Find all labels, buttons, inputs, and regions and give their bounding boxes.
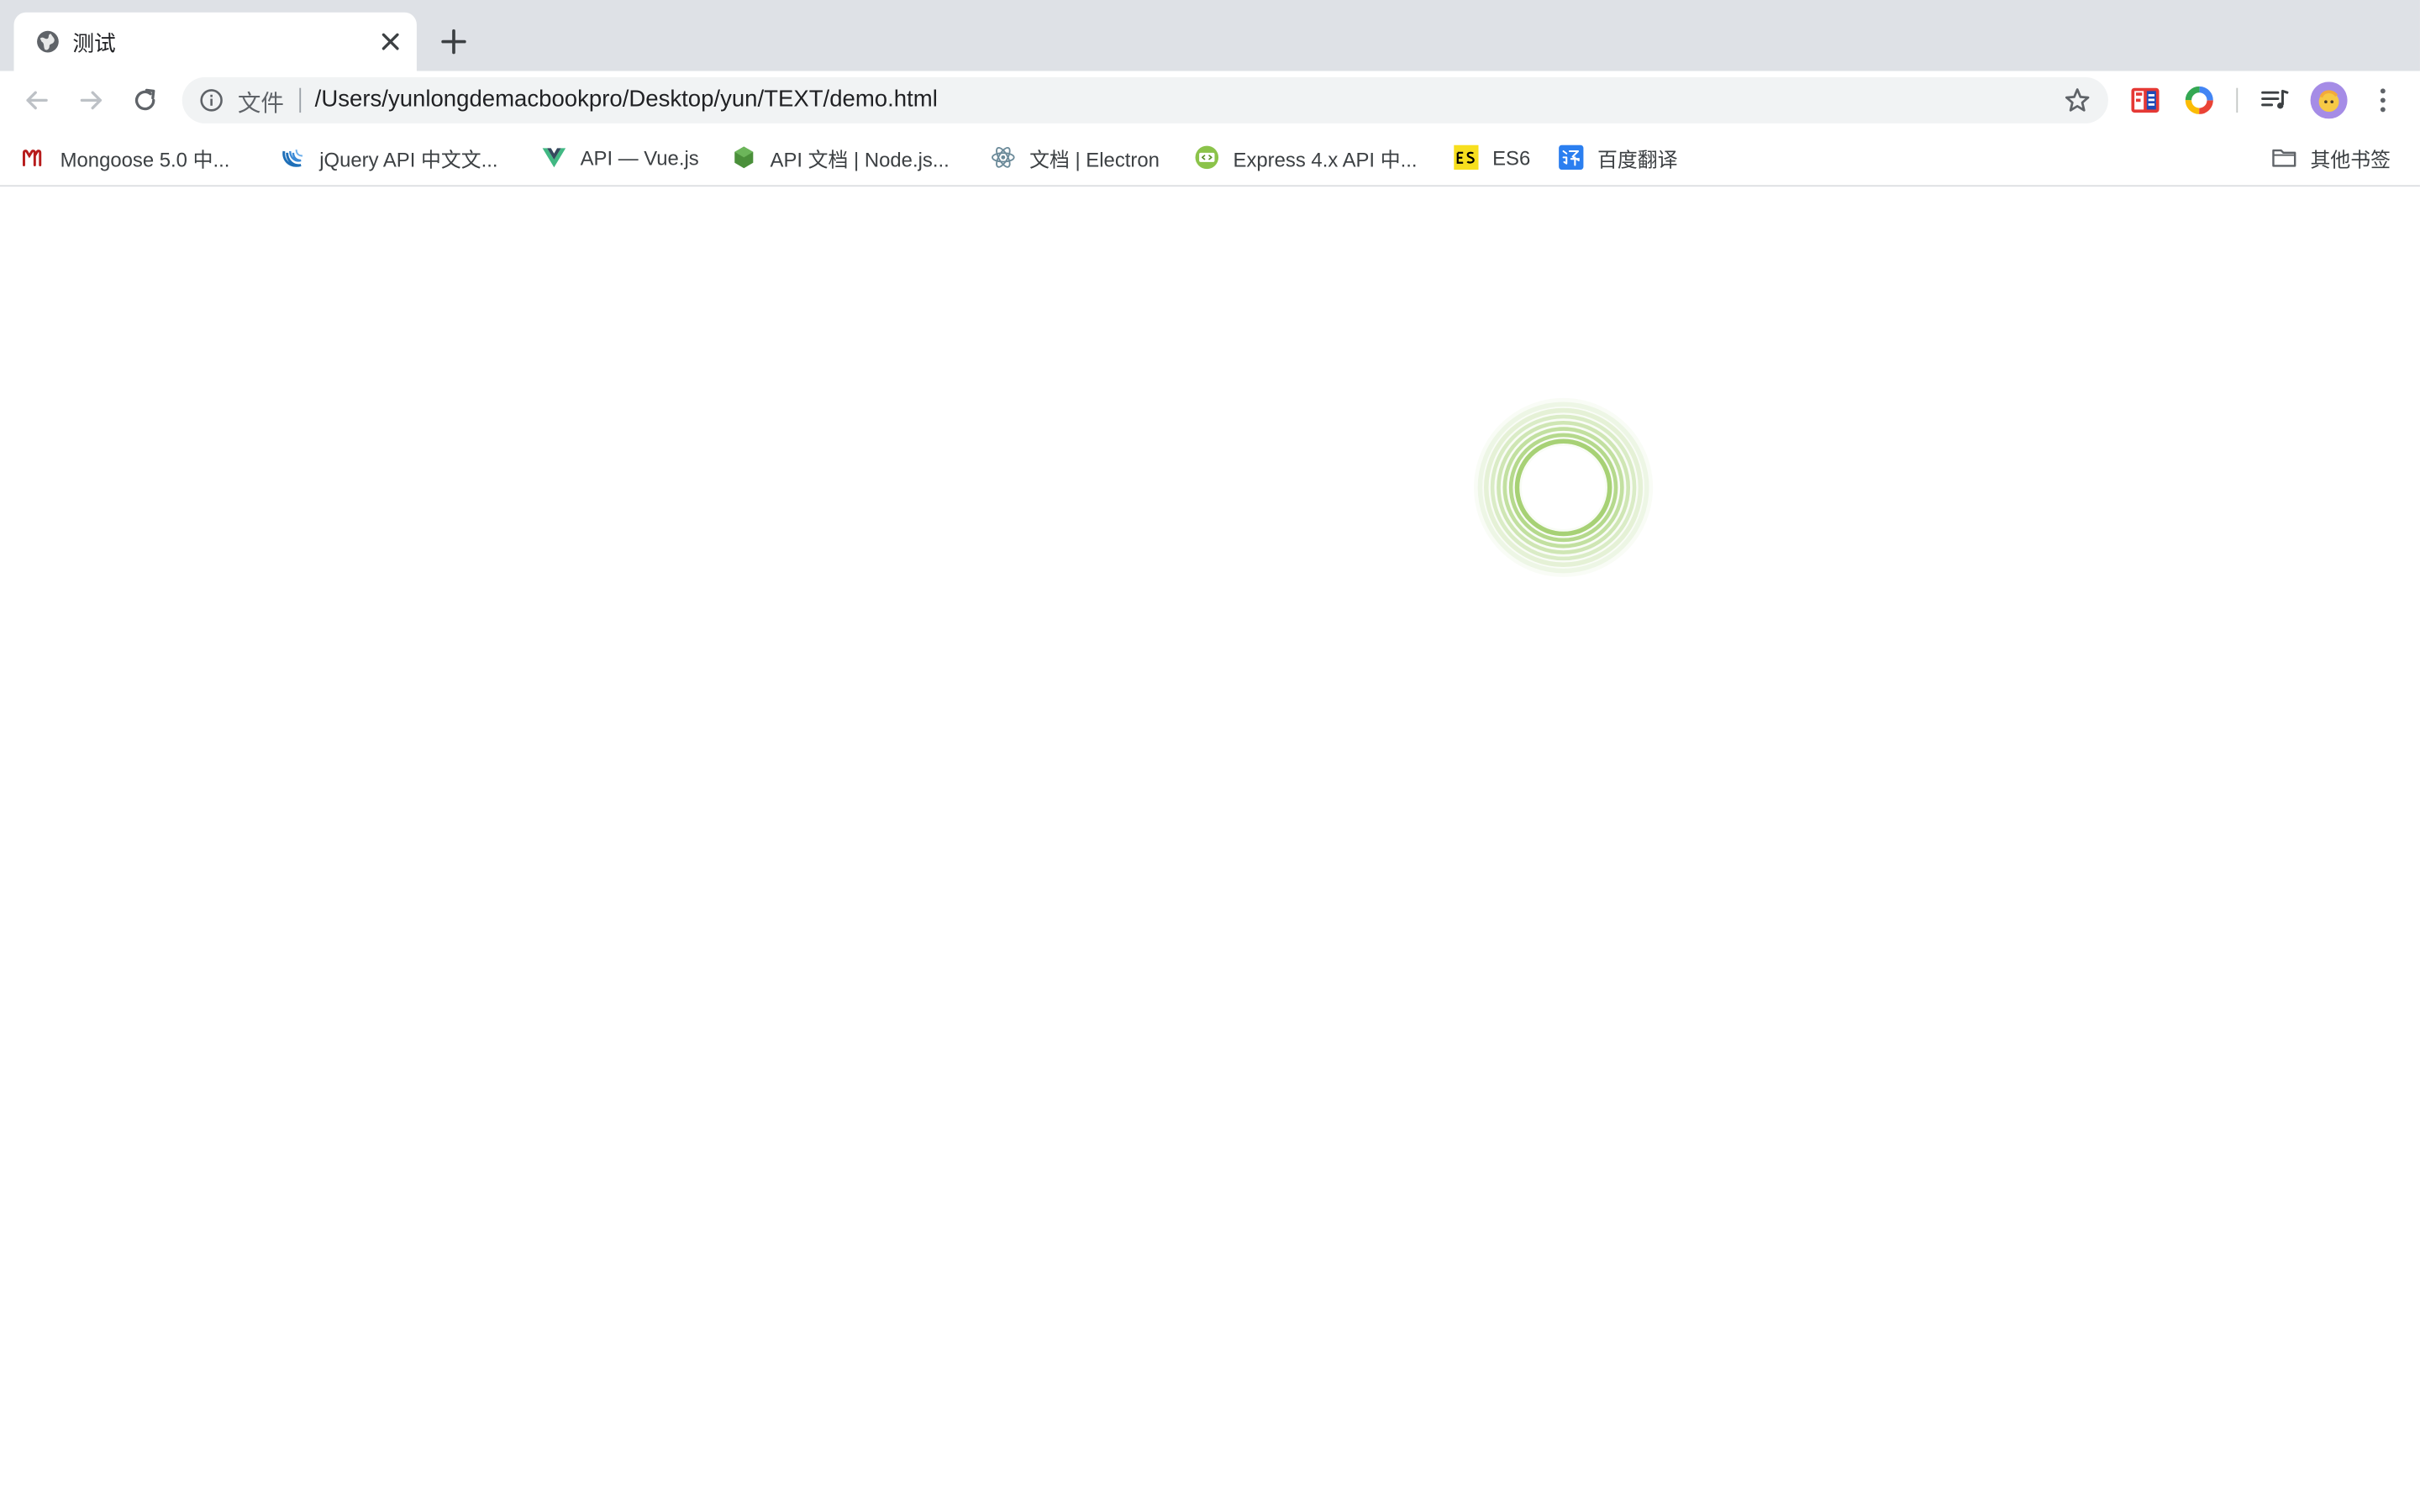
bookmark-item-mongoose[interactable]: Mongoose 5.0 中...: [22, 142, 230, 173]
baidu-translate-icon: [1559, 144, 1584, 171]
address-bar[interactable]: 文件 /Users/yunlongdemacbookpro/Desktop/yu…: [182, 76, 2108, 123]
url-text[interactable]: /Users/yunlongdemacbookpro/Desktop/yun/T…: [315, 87, 938, 113]
bookmark-item-vue[interactable]: API — Vue.js: [542, 142, 699, 173]
bookmark-item-jquery[interactable]: jQuery API 中文文...: [281, 142, 498, 173]
bookmark-star-icon[interactable]: [2064, 87, 2091, 114]
bookmark-item-nodejs[interactable]: API 文档 | Node.js...: [732, 142, 950, 173]
bookmark-label: 百度翻译: [1597, 147, 1678, 171]
forward-arrow-icon[interactable]: [76, 85, 107, 116]
electron-icon: [992, 146, 1015, 168]
reload-icon[interactable]: [129, 85, 160, 116]
info-icon[interactable]: [199, 88, 224, 113]
tab-strip: 测试: [0, 0, 2420, 71]
folder-icon: [2272, 149, 2296, 167]
profile-avatar[interactable]: [2310, 81, 2348, 119]
tab-title: 测试: [72, 30, 116, 56]
toolbar-divider: [2236, 87, 2238, 113]
kebab-menu-icon[interactable]: [2367, 85, 2398, 116]
browser-window: 测试 文件 /Users/yunlongdemacbookpro/Desktop…: [0, 0, 2420, 1512]
url-scheme-label: 文件: [237, 91, 284, 118]
bookmark-label: Express 4.x API 中...: [1233, 147, 1418, 171]
bookmark-label: 其他书签: [2310, 147, 2391, 171]
vue-icon: [542, 148, 566, 168]
bookmark-item-electron[interactable]: 文档 | Electron: [991, 142, 1160, 173]
bookmark-label: Mongoose 5.0 中...: [60, 147, 230, 171]
omnibox-divider: [299, 87, 302, 113]
bookmark-item-other-bookmarks[interactable]: 其他书签: [2272, 142, 2391, 173]
bookmark-label: API 文档 | Node.js...: [770, 147, 950, 171]
bookmark-label: jQuery API 中文文...: [319, 147, 498, 171]
color-wheel-extension-icon[interactable]: [2184, 85, 2215, 116]
bookmark-label: 文档 | Electron: [1029, 147, 1160, 171]
bookmark-item-baidu-translate[interactable]: 百度翻译: [1559, 142, 1678, 173]
jquery-icon: [282, 150, 303, 167]
es6-icon: [1454, 144, 1479, 171]
express-icon: [1195, 145, 1219, 170]
back-arrow-icon[interactable]: [22, 85, 53, 116]
bookmark-item-express[interactable]: Express 4.x API 中...: [1195, 142, 1418, 173]
bookmarks-bar: Mongoose 5.0 中... jQuery API 中文文... API …: [0, 129, 2420, 187]
loading-ring-icon: [1474, 397, 1654, 577]
bookmark-label: ES6: [1492, 145, 1531, 170]
close-icon[interactable]: [378, 29, 402, 54]
mongoose-icon: [22, 150, 42, 166]
new-tab-plus-icon[interactable]: [439, 26, 470, 57]
fe-helper-extension-icon[interactable]: [2130, 85, 2161, 116]
nodejs-icon: [734, 146, 754, 169]
tab-active[interactable]: 测试: [13, 12, 417, 71]
media-playlist-icon[interactable]: [2260, 85, 2291, 116]
page-content: [0, 186, 2420, 1512]
toolbar: 文件 /Users/yunlongdemacbookpro/Desktop/yu…: [0, 71, 2420, 130]
bookmark-item-es6[interactable]: ES6: [1454, 142, 1530, 173]
bookmark-label: API — Vue.js: [580, 145, 699, 170]
globe-icon: [37, 30, 59, 53]
